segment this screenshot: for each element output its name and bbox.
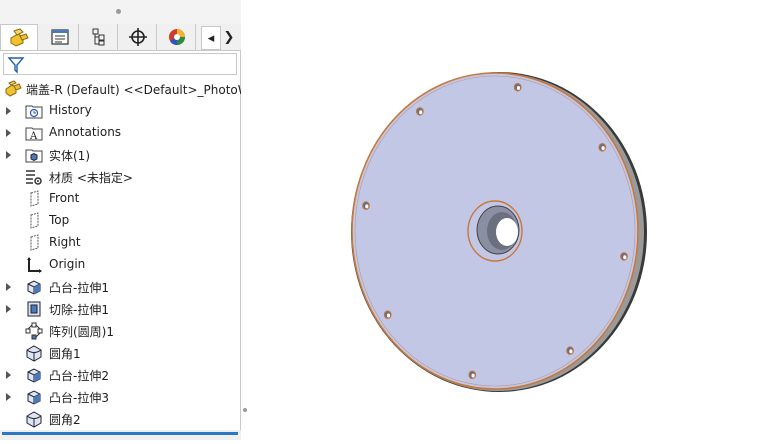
- plane-icon: [30, 190, 39, 207]
- center-hole: [496, 218, 518, 246]
- expand-arrow-icon[interactable]: [6, 151, 11, 159]
- bolt-hole-through: [386, 313, 391, 318]
- tree-item-label: Annotations: [49, 125, 122, 139]
- tree-item-right-plane[interactable]: Right: [0, 232, 241, 254]
- part-icon: [5, 80, 22, 97]
- manager-tabs: ◂ ❯: [0, 24, 241, 51]
- feature-manager-panel: ◂ ❯ 端盖-R (Default) <<Default>_PhotoW His…: [0, 0, 241, 440]
- tree-item-solid-bodies[interactable]: 实体(1): [0, 144, 241, 166]
- tree-item-fillet1[interactable]: 圆角1: [0, 342, 241, 364]
- tree-item-label: Right: [49, 235, 81, 249]
- chevron-left-icon: ◂: [207, 30, 215, 46]
- tree-item-boss-extrude2[interactable]: 凸台-拉伸2: [0, 364, 241, 386]
- expand-arrow-icon[interactable]: [6, 371, 11, 379]
- tree-item-label: Origin: [49, 257, 86, 271]
- tree-item-boss-extrude3[interactable]: 凸台-拉伸3: [0, 386, 241, 408]
- expand-arrow-icon[interactable]: [6, 129, 11, 137]
- cut-extrude-icon: [27, 301, 41, 317]
- plane-icon: [30, 212, 39, 229]
- tree-item-material[interactable]: 材质 <未指定>: [0, 166, 241, 188]
- boss-extrude-icon: [27, 390, 41, 405]
- tab-property-manager[interactable]: [41, 24, 79, 50]
- bolt-hole-through: [365, 204, 369, 209]
- tree-item-boss-extrude1[interactable]: 凸台-拉伸1: [0, 276, 241, 298]
- boss-extrude-icon: [27, 280, 41, 295]
- tree-root-part[interactable]: 端盖-R (Default) <<Default>_PhotoW: [0, 78, 241, 100]
- tab-configuration-manager[interactable]: [80, 24, 118, 50]
- panel-grip[interactable]: [0, 0, 241, 24]
- scrollbar-thumb[interactable]: [2, 432, 238, 435]
- tree-item-label: 圆角2: [49, 413, 81, 427]
- history-folder-icon: [25, 105, 43, 119]
- fillet-icon: [26, 345, 42, 362]
- tree-item-label: 凸台-拉伸2: [49, 369, 109, 383]
- tree-item-label: 凸台-拉伸3: [49, 391, 109, 405]
- tree-item-circular-pattern1[interactable]: 阵列(圆周)1: [0, 320, 241, 342]
- tree-item-label: 实体(1): [49, 149, 90, 163]
- tree-item-label: 阵列(圆周)1: [49, 325, 114, 339]
- panel-splitter-handle[interactable]: [243, 408, 247, 412]
- boss-extrude-icon: [27, 368, 41, 383]
- feature-manager-icon: [10, 27, 29, 47]
- graphics-viewport[interactable]: [250, 0, 773, 440]
- tab-dimxpert-manager[interactable]: [119, 24, 157, 50]
- tree-item-origin[interactable]: Origin: [0, 254, 241, 276]
- bolt-hole-through: [623, 255, 627, 260]
- tab-feature-manager[interactable]: [0, 24, 38, 50]
- chevron-right-icon: ❯: [223, 29, 235, 45]
- origin-icon: [27, 257, 42, 273]
- tree-item-label: 切除-拉伸1: [49, 303, 109, 317]
- tree-root-label: 端盖-R (Default) <<Default>_PhotoW: [26, 83, 241, 97]
- tabs-prev-button[interactable]: ◂: [201, 26, 221, 50]
- plane-icon: [30, 234, 39, 251]
- tree-item-cut-extrude1[interactable]: 切除-拉伸1: [0, 298, 241, 320]
- tree-item-annotations[interactable]: A Annotations: [0, 122, 241, 144]
- material-icon: [26, 170, 42, 185]
- expand-arrow-icon[interactable]: [6, 283, 11, 291]
- expand-arrow-icon[interactable]: [6, 107, 11, 115]
- bolt-hole-through: [601, 146, 605, 151]
- expand-arrow-icon[interactable]: [6, 393, 11, 401]
- property-manager-icon: [50, 29, 69, 45]
- tree-item-label: 凸台-拉伸1: [49, 281, 109, 295]
- filter-icon: [7, 57, 25, 74]
- tree-item-label: 圆角1: [49, 347, 81, 361]
- circular-pattern-icon: [25, 322, 43, 340]
- fillet-icon: [26, 411, 42, 428]
- configuration-manager-icon: [92, 28, 104, 46]
- appearance-sphere-icon: [168, 29, 185, 46]
- tab-display-manager[interactable]: [158, 24, 196, 50]
- expand-arrow-icon[interactable]: [6, 305, 11, 313]
- bolt-hole-through: [516, 86, 521, 90]
- bolt-hole-through: [569, 349, 573, 354]
- tree-item-label: 材质 <未指定>: [49, 171, 133, 185]
- tree-item-history[interactable]: History: [0, 100, 241, 122]
- grip-dot: [116, 9, 121, 14]
- solid-bodies-folder-icon: [25, 149, 43, 163]
- end-cap-part-model[interactable]: [250, 0, 773, 440]
- tree-item-label: History: [49, 103, 92, 117]
- tree-item-fillet2[interactable]: 圆角2: [0, 408, 241, 430]
- svg-text:A: A: [29, 131, 38, 142]
- tree-item-top-plane[interactable]: Top: [0, 210, 241, 232]
- tree-horizontal-scrollbar[interactable]: [0, 430, 241, 440]
- crosshair-icon: [128, 28, 147, 46]
- tree-item-label: Top: [49, 213, 70, 227]
- annotations-folder-icon: A: [25, 127, 43, 142]
- tabs-next-button[interactable]: ❯: [220, 26, 238, 48]
- tree-filter[interactable]: [3, 53, 237, 75]
- bolt-hole-through: [471, 373, 475, 378]
- bolt-hole-through: [419, 110, 423, 115]
- tree-item-front-plane[interactable]: Front: [0, 188, 241, 210]
- tree-item-label: Front: [49, 191, 80, 205]
